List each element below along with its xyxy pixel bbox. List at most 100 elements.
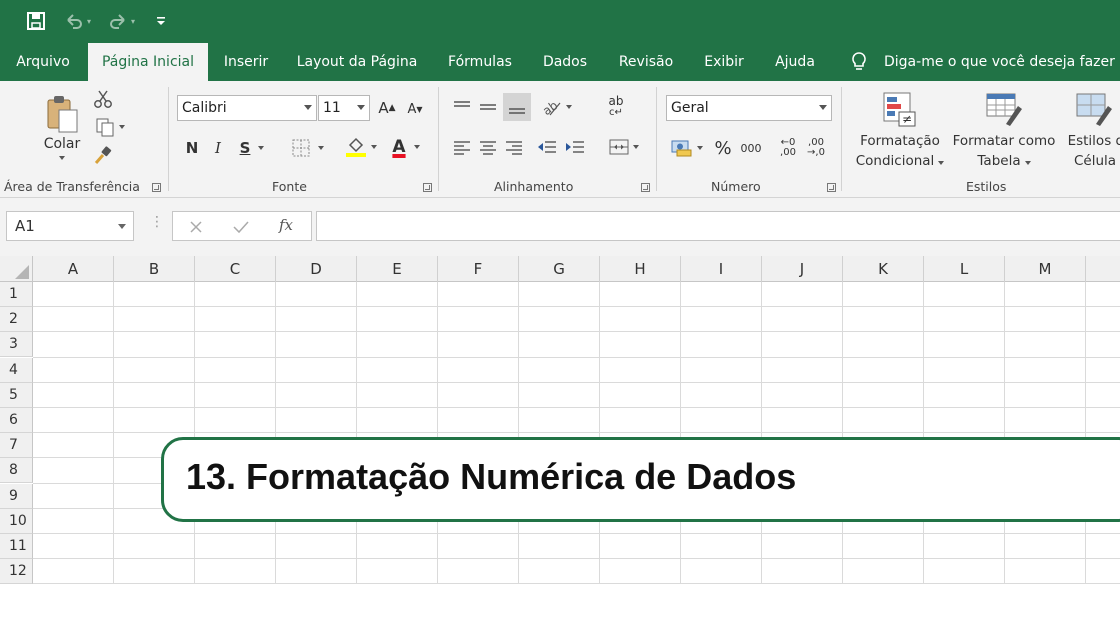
insert-function-button[interactable]: fx: [279, 216, 293, 234]
font-name-combo[interactable]: Calibri: [177, 95, 317, 121]
row-header-10[interactable]: 10: [0, 508, 33, 534]
cut-button[interactable]: [92, 87, 114, 111]
column-header-d[interactable]: D: [276, 256, 357, 282]
fill-color-button[interactable]: [341, 133, 381, 161]
number-format-combo[interactable]: Geral: [666, 95, 832, 121]
wrap-text-button[interactable]: ab c↵: [603, 93, 629, 121]
column-header-k[interactable]: K: [843, 256, 924, 282]
paste-button[interactable]: Colar: [40, 87, 84, 167]
column-header-e[interactable]: E: [357, 256, 438, 282]
align-right-icon: [506, 141, 522, 155]
column-header-m[interactable]: M: [1005, 256, 1086, 282]
shrink-font-button[interactable]: A ▼: [403, 97, 427, 121]
cancel-entry-icon[interactable]: [189, 220, 203, 234]
redo-button[interactable]: ▾: [108, 8, 135, 34]
increase-decimal-button[interactable]: ←0,00: [775, 135, 801, 161]
row-header-9[interactable]: 9: [0, 483, 33, 509]
font-name-dropdown-icon[interactable]: [304, 105, 312, 110]
comma-style-button[interactable]: 000: [737, 135, 765, 161]
cell-styles-icon-wrap[interactable]: [1072, 89, 1116, 129]
paste-icon: [47, 96, 78, 133]
confirm-entry-icon[interactable]: [233, 220, 249, 234]
formula-input[interactable]: [316, 211, 1120, 241]
column-header-c[interactable]: C: [195, 256, 276, 282]
tell-me-box[interactable]: Diga-me o que você deseja fazer: [850, 42, 1115, 81]
font-color-button[interactable]: A: [385, 133, 427, 161]
cell-styles-button[interactable]: Estilos de Célula: [1060, 131, 1120, 171]
formula-bar-grip-icon[interactable]: ⋮: [150, 214, 164, 230]
row-header-6[interactable]: 6: [0, 408, 33, 433]
tab-inserir[interactable]: Inserir: [216, 42, 276, 81]
select-all-button[interactable]: [0, 256, 33, 282]
increase-decimal-label: ,00: [780, 147, 796, 158]
merge-dropdown-icon: [633, 145, 639, 149]
row-header-4[interactable]: 4: [0, 357, 33, 383]
decrease-indent-button[interactable]: [535, 135, 559, 159]
row-header-12[interactable]: 12: [0, 559, 33, 584]
number-format-dropdown-icon[interactable]: [819, 105, 827, 110]
column-header-h[interactable]: H: [600, 256, 681, 282]
column-header-n[interactable]: N: [1086, 256, 1120, 282]
undo-button[interactable]: ▾: [64, 8, 91, 34]
align-left-button[interactable]: [451, 135, 473, 159]
align-top-button[interactable]: [451, 95, 473, 119]
increase-indent-button[interactable]: [563, 135, 587, 159]
accounting-format-button[interactable]: [667, 135, 707, 161]
row-gridline: [33, 407, 1120, 408]
tab-dados[interactable]: Dados: [534, 42, 596, 81]
bold-button[interactable]: N: [181, 135, 203, 161]
name-box[interactable]: A1: [6, 211, 134, 241]
row-header-5[interactable]: 5: [0, 382, 33, 408]
tab-ajuda[interactable]: Ajuda: [766, 42, 824, 81]
conditional-formatting-icon-wrap[interactable]: ≠: [878, 89, 922, 129]
tab-formulas[interactable]: Fórmulas: [440, 42, 520, 81]
save-button[interactable]: [26, 8, 46, 34]
tab-layout[interactable]: Layout da Página: [290, 42, 424, 81]
align-center-button[interactable]: [477, 135, 499, 159]
orientation-button[interactable]: ab: [537, 95, 575, 119]
clipboard-launcher-icon[interactable]: [152, 183, 161, 192]
align-middle-button[interactable]: [477, 95, 499, 119]
row-header-11[interactable]: 11: [0, 534, 33, 559]
percent-style-button[interactable]: %: [711, 135, 735, 161]
merge-center-button[interactable]: [603, 135, 645, 159]
column-header-b[interactable]: B: [114, 256, 195, 282]
grow-font-button[interactable]: A ▲: [374, 95, 400, 121]
tab-exibir[interactable]: Exibir: [696, 42, 752, 81]
format-painter-button[interactable]: [92, 143, 114, 167]
italic-button[interactable]: I: [207, 135, 229, 161]
tab-revisao[interactable]: Revisão: [610, 42, 682, 81]
format-as-table-icon-wrap[interactable]: [982, 89, 1026, 129]
worksheet-grid[interactable]: ABCDEFGHIJKLMN 123456789101112: [0, 256, 1120, 584]
format-as-table-button[interactable]: Formatar como Tabela: [948, 131, 1060, 171]
font-launcher-icon[interactable]: [423, 183, 432, 192]
underline-button[interactable]: S: [233, 135, 271, 161]
row-header-2[interactable]: 2: [0, 307, 33, 333]
align-bottom-button[interactable]: [503, 93, 531, 121]
alignment-launcher-icon[interactable]: [641, 183, 650, 192]
align-right-button[interactable]: [503, 135, 525, 159]
row-gridline: [33, 432, 1120, 434]
tab-pagina-inicial[interactable]: Página Inicial: [88, 43, 208, 81]
column-header-j[interactable]: J: [762, 256, 843, 282]
decrease-decimal-button[interactable]: ,00 →,0: [803, 135, 829, 161]
copy-button[interactable]: [92, 115, 128, 139]
row-header-1[interactable]: 1: [0, 282, 33, 307]
name-box-dropdown-icon[interactable]: [118, 224, 126, 229]
column-header-g[interactable]: G: [519, 256, 600, 282]
column-header-f[interactable]: F: [438, 256, 519, 282]
column-header-l[interactable]: L: [924, 256, 1005, 282]
customize-qat-button[interactable]: [155, 8, 167, 34]
font-size-combo[interactable]: 11: [318, 95, 370, 121]
number-launcher-icon[interactable]: [827, 183, 836, 192]
borders-button[interactable]: [287, 135, 329, 161]
font-size-dropdown-icon[interactable]: [357, 105, 365, 110]
tab-arquivo[interactable]: Arquivo: [6, 42, 80, 81]
row-header-7[interactable]: 7: [0, 433, 33, 459]
conditional-formatting-button[interactable]: Formatação Condicional: [852, 131, 948, 171]
conditional-formatting-icon: ≠: [883, 92, 916, 127]
row-header-8[interactable]: 8: [0, 458, 33, 484]
column-header-a[interactable]: A: [33, 256, 114, 282]
row-header-3[interactable]: 3: [0, 332, 33, 358]
column-header-i[interactable]: I: [681, 256, 762, 282]
